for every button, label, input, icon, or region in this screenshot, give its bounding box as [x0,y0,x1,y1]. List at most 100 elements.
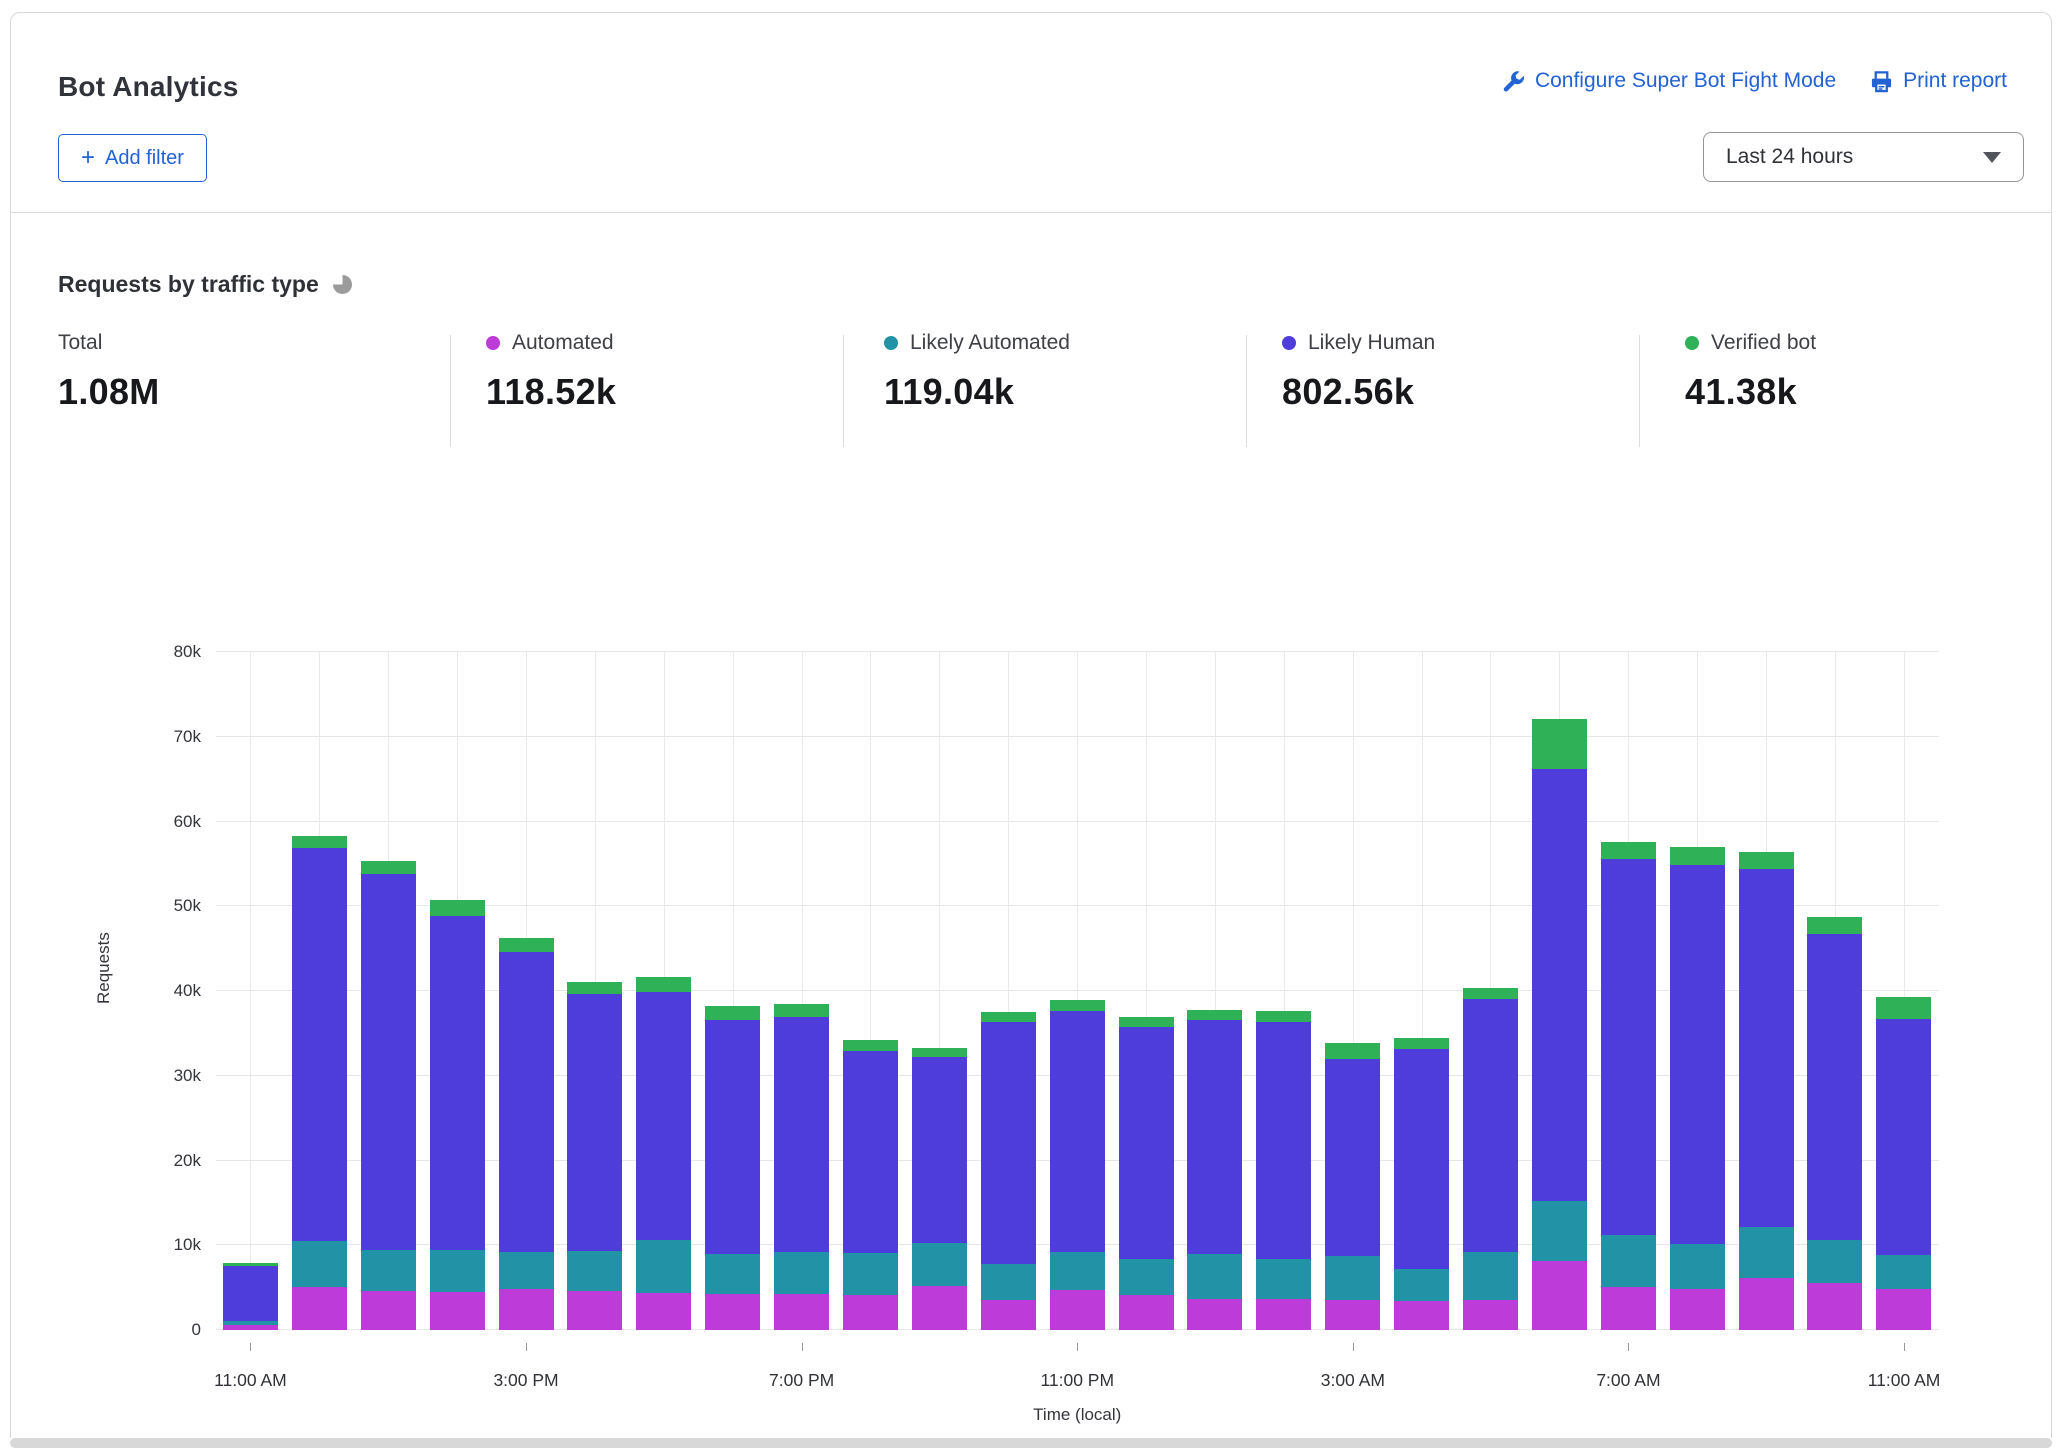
segment-verified-bot[interactable] [1670,847,1725,865]
segment-verified-bot[interactable] [1876,997,1931,1019]
segment-likely-automated[interactable] [1119,1259,1174,1295]
segment-automated[interactable] [843,1295,898,1330]
segment-likely-human[interactable] [430,916,485,1251]
segment-likely-human[interactable] [1876,1019,1931,1256]
segment-verified-bot[interactable] [499,938,554,952]
segment-likely-human[interactable] [361,874,416,1249]
segment-likely-automated[interactable] [1463,1252,1518,1300]
segment-likely-automated[interactable] [499,1252,554,1289]
segment-verified-bot[interactable] [1463,988,1518,999]
segment-verified-bot[interactable] [843,1040,898,1051]
segment-verified-bot[interactable] [1807,917,1862,934]
segment-likely-human[interactable] [292,848,347,1241]
segment-likely-automated[interactable] [1739,1227,1794,1278]
segment-likely-human[interactable] [1256,1022,1311,1259]
bar-10-00-pm[interactable] [974,652,1043,1330]
segment-automated[interactable] [1670,1289,1725,1330]
segment-likely-human[interactable] [1532,769,1587,1201]
segment-verified-bot[interactable] [1532,719,1587,769]
bar-1-00-am[interactable] [1180,652,1249,1330]
bar-10-00-am[interactable] [1800,652,1869,1330]
segment-likely-human[interactable] [1187,1020,1242,1254]
bar-7-00-pm[interactable] [767,652,836,1330]
segment-likely-automated[interactable] [292,1241,347,1287]
segment-verified-bot[interactable] [705,1006,760,1020]
segment-likely-automated[interactable] [981,1264,1036,1300]
bar-11-00-pm[interactable] [1043,652,1112,1330]
segment-automated[interactable] [1463,1300,1518,1331]
segment-likely-human[interactable] [774,1017,829,1252]
segment-likely-human[interactable] [1050,1011,1105,1252]
segment-verified-bot[interactable] [981,1012,1036,1022]
segment-likely-automated[interactable] [1670,1244,1725,1290]
bar-5-00-pm[interactable] [629,652,698,1330]
segment-likely-human[interactable] [981,1022,1036,1264]
bar-6-00-am[interactable] [1525,652,1594,1330]
segment-verified-bot[interactable] [292,836,347,848]
bar-8-00-am[interactable] [1663,652,1732,1330]
segment-automated[interactable] [981,1300,1036,1330]
segment-likely-automated[interactable] [430,1250,485,1292]
segment-automated[interactable] [636,1293,691,1330]
segment-verified-bot[interactable] [1325,1043,1380,1059]
bar-2-00-am[interactable] [1249,652,1318,1330]
segment-likely-human[interactable] [499,952,554,1252]
segment-likely-automated[interactable] [774,1252,829,1294]
segment-likely-automated[interactable] [1325,1256,1380,1300]
bar-12-00-am[interactable] [1112,652,1181,1330]
segment-likely-automated[interactable] [912,1243,967,1286]
segment-automated[interactable] [774,1294,829,1330]
segment-verified-bot[interactable] [1050,1000,1105,1011]
bar-11-00-am[interactable] [1869,652,1938,1330]
segment-automated[interactable] [292,1287,347,1330]
segment-automated[interactable] [1601,1287,1656,1330]
segment-likely-human[interactable] [1739,869,1794,1227]
segment-automated[interactable] [705,1294,760,1330]
segment-likely-automated[interactable] [1050,1252,1105,1290]
segment-automated[interactable] [1532,1261,1587,1330]
segment-automated[interactable] [1739,1278,1794,1331]
segment-likely-automated[interactable] [1532,1201,1587,1261]
segment-verified-bot[interactable] [774,1004,829,1018]
segment-automated[interactable] [1325,1300,1380,1330]
segment-likely-automated[interactable] [1256,1259,1311,1299]
bar-4-00-pm[interactable] [560,652,629,1330]
segment-verified-bot[interactable] [1119,1017,1174,1027]
segment-verified-bot[interactable] [1394,1038,1449,1049]
segment-likely-automated[interactable] [843,1253,898,1295]
segment-verified-bot[interactable] [1601,842,1656,859]
segment-likely-human[interactable] [912,1057,967,1243]
segment-likely-human[interactable] [567,994,622,1251]
segment-likely-automated[interactable] [1876,1255,1931,1289]
segment-likely-human[interactable] [843,1051,898,1253]
segment-likely-automated[interactable] [705,1254,760,1295]
segment-verified-bot[interactable] [430,900,485,916]
segment-automated[interactable] [430,1292,485,1330]
segment-verified-bot[interactable] [636,977,691,992]
segment-automated[interactable] [1807,1283,1862,1331]
segment-automated[interactable] [1050,1290,1105,1330]
segment-automated[interactable] [1394,1301,1449,1330]
segment-likely-automated[interactable] [1601,1235,1656,1287]
segment-automated[interactable] [1119,1295,1174,1330]
segment-verified-bot[interactable] [912,1048,967,1057]
segment-automated[interactable] [1187,1299,1242,1330]
bar-8-00-pm[interactable] [836,652,905,1330]
segment-automated[interactable] [912,1286,967,1330]
bar-11-00-am[interactable] [216,652,285,1330]
segment-likely-human[interactable] [1670,865,1725,1244]
segment-verified-bot[interactable] [1739,852,1794,869]
segment-likely-human[interactable] [1807,934,1862,1240]
segment-automated[interactable] [361,1291,416,1330]
segment-likely-human[interactable] [705,1020,760,1254]
segment-likely-human[interactable] [1119,1027,1174,1259]
segment-likely-human[interactable] [636,992,691,1240]
segment-likely-human[interactable] [223,1266,278,1322]
bar-1-00-pm[interactable] [354,652,423,1330]
bar-3-00-am[interactable] [1318,652,1387,1330]
bar-9-00-am[interactable] [1732,652,1801,1330]
bar-9-00-pm[interactable] [905,652,974,1330]
segment-likely-automated[interactable] [361,1250,416,1292]
bar-2-00-pm[interactable] [423,652,492,1330]
segment-likely-automated[interactable] [567,1251,622,1291]
